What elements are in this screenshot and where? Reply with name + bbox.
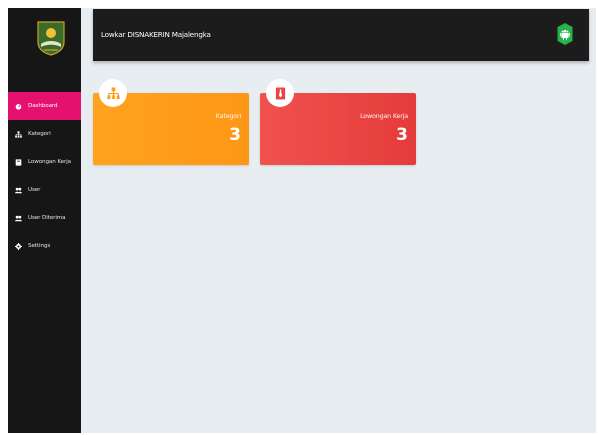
topbar: Lowkar DISNAKERIN Majalengka bbox=[93, 9, 589, 61]
sidebar-item-user-diterima[interactable]: User Diterima bbox=[8, 204, 81, 232]
gear-icon bbox=[14, 242, 22, 250]
sidebar-nav: Dashboard Kategori Lowongan Kerja User U… bbox=[8, 92, 81, 260]
page-title: Lowkar DISNAKERIN Majalengka bbox=[101, 30, 211, 39]
users-icon bbox=[14, 186, 22, 194]
lowongan-kerja-card[interactable]: Lowongan Kerja 3 bbox=[260, 79, 416, 165]
sitemap-icon bbox=[106, 86, 120, 99]
briefcase-icon bbox=[14, 158, 22, 166]
sidebar-item-lowongan-kerja[interactable]: Lowongan Kerja bbox=[8, 148, 81, 176]
sidebar-item-kategori[interactable]: Kategori bbox=[8, 120, 81, 148]
sidebar-item-dashboard[interactable]: Dashboard bbox=[8, 92, 81, 120]
card-count: 3 bbox=[396, 125, 408, 145]
sidebar-item-label: Kategori bbox=[28, 131, 51, 137]
android-icon[interactable] bbox=[557, 23, 573, 45]
users-icon bbox=[14, 214, 22, 222]
dashboard-icon bbox=[14, 102, 22, 110]
kategori-card[interactable]: Kategori 3 bbox=[93, 79, 249, 165]
sidebar-item-settings[interactable]: Settings bbox=[8, 232, 81, 260]
sidebar-item-label: User Diterima bbox=[28, 215, 66, 221]
sidebar-item-user[interactable]: User bbox=[8, 176, 81, 204]
card-icon-badge bbox=[266, 79, 294, 107]
card-icon-badge bbox=[99, 79, 127, 107]
sidebar-item-label: Lowongan Kerja bbox=[28, 159, 71, 165]
card-count: 3 bbox=[229, 125, 241, 145]
card-label: Kategori bbox=[215, 112, 241, 120]
card-label: Lowongan Kerja bbox=[360, 112, 408, 120]
tie-icon bbox=[275, 86, 285, 100]
sitemap-icon bbox=[14, 130, 22, 138]
content-area bbox=[8, 8, 596, 433]
sidebar: Dashboard Kategori Lowongan Kerja User U… bbox=[8, 8, 81, 433]
sidebar-item-label: User bbox=[28, 187, 41, 193]
sidebar-item-label: Settings bbox=[28, 243, 51, 249]
sidebar-item-label: Dashboard bbox=[28, 103, 58, 109]
regency-emblem-icon[interactable] bbox=[34, 20, 68, 56]
